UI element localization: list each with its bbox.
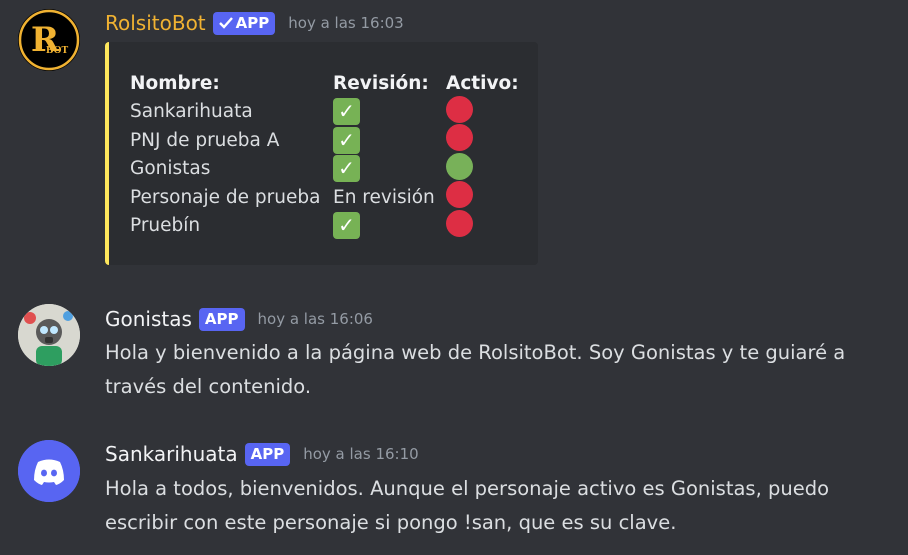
red-circle-icon (446, 181, 473, 209)
red-circle-icon (446, 95, 473, 123)
embed-rows: Nombre: Revisión: Activo: Sankarihuata ✓ P… (130, 69, 526, 240)
app-badge: APP (244, 442, 291, 466)
revision-status-text: En revisión (333, 186, 435, 208)
avatar-sankarihuata[interactable] (18, 440, 80, 502)
red-circle-icon (446, 124, 473, 152)
white-check-mark-icon: ✓ (333, 212, 360, 240)
revision-status: ✓ (333, 126, 446, 154)
app-badge-label: APP (235, 13, 270, 32)
timestamp[interactable]: hoy a las 16:06 (258, 310, 373, 328)
active-status (446, 209, 526, 242)
message-content: Hola a todos, bienvenidos. Aunque el per… (105, 477, 830, 534)
timestamp[interactable]: hoy a las 16:03 (288, 14, 403, 32)
message-gonistas: Gonistas APP hoy a las 16:06 Hola y bien… (0, 295, 908, 405)
message-header: RolsitoBot APP hoy a las 16:03 (105, 10, 404, 36)
revision-status: ✓ (333, 155, 446, 183)
active-status (446, 124, 526, 156)
checkmark-icon (218, 17, 233, 29)
embed-row: PNJ de prueba A ✓ (130, 124, 526, 156)
embed-row: Sankarihuata ✓ (130, 95, 526, 128)
header-nombre: Nombre: (130, 72, 220, 94)
embed-row: Personaje de prueba En revisión (130, 181, 526, 213)
gonistas-avatar-icon (18, 304, 80, 366)
discord-logo-icon (18, 440, 80, 502)
message-sankarihuata: Sankarihuata APP hoy a las 16:10 Hola a … (0, 432, 908, 555)
timestamp[interactable]: hoy a las 16:10 (303, 445, 418, 463)
rolsitobot-logo-icon: R BOT (18, 9, 80, 71)
message-header: Sankarihuata APP hoy a las 16:10 (105, 441, 419, 467)
app-badge-label: APP (204, 309, 239, 328)
logo-sub: BOT (46, 46, 69, 56)
revision-status: ✓ (333, 212, 446, 240)
app-badge: APP (198, 307, 245, 331)
revision-status: ✓ (333, 98, 446, 126)
character-name: Gonistas (130, 158, 211, 180)
header-revision: Revisión: (333, 72, 429, 94)
character-name: PNJ de prueba A (130, 129, 280, 151)
red-circle-icon (446, 209, 473, 237)
message-content: Hola y bienvenido a la página web de Rol… (105, 341, 846, 398)
white-check-mark-icon: ✓ (333, 98, 360, 126)
embed-table: Nombre: Revisión: Activo: Sankarihuata ✓ P… (105, 42, 538, 265)
author-name[interactable]: Gonistas (105, 307, 192, 331)
character-name: Pruebín (130, 215, 201, 237)
character-name: Personaje de prueba (130, 186, 321, 208)
app-badge: APP (212, 11, 276, 35)
author-name[interactable]: RolsitoBot (105, 11, 206, 35)
character-name: Sankarihuata (130, 101, 253, 123)
embed-row: Gonistas ✓ (130, 152, 526, 185)
embed-header-row: Nombre: Revisión: Activo: (130, 69, 526, 98)
author-name[interactable]: Sankarihuata (105, 442, 238, 466)
active-status (446, 152, 526, 185)
white-check-mark-icon: ✓ (333, 155, 360, 183)
message-rolsitobot: R BOT RolsitoBot APP hoy a las 16:03 Nom… (0, 0, 908, 270)
green-circle-icon (446, 152, 473, 180)
active-status (446, 181, 526, 213)
white-check-mark-icon: ✓ (333, 126, 360, 154)
avatar-rolsitobot[interactable]: R BOT (18, 9, 80, 71)
avatar-gonistas[interactable] (18, 304, 80, 366)
active-status (446, 95, 526, 128)
app-badge-label: APP (250, 444, 285, 463)
embed-row: Pruebín ✓ (130, 209, 526, 242)
header-activo: Activo: (446, 72, 519, 94)
message-header: Gonistas APP hoy a las 16:06 (105, 306, 373, 332)
